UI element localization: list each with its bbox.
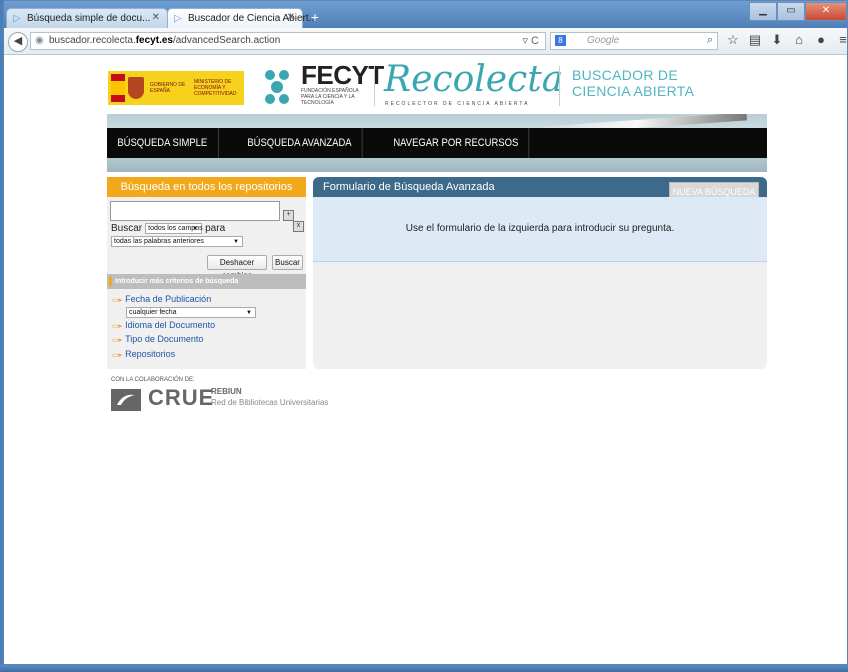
crue-logo[interactable]: CRUE: [148, 385, 214, 411]
recolecta-subtitle: RECOLECTOR DE CIENCIA ABIERTA: [385, 101, 530, 107]
words-select-value: todas las palabras anteriores: [114, 238, 204, 245]
menu-icon[interactable]: ≡: [832, 32, 848, 48]
site-header: GOBIERNO DE ESPAÑA MINISTERIO DE ECONOMÍ…: [104, 59, 768, 115]
url-path: /advancedSearch.action: [172, 35, 281, 46]
url-host: fecyt.es: [135, 35, 173, 46]
taskbar: [0, 665, 848, 672]
message-box: Use el formulario de la izquierda para i…: [313, 197, 767, 262]
minimize-icon[interactable]: ▁: [749, 2, 777, 21]
tab-label: Buscador de Ciencia Abiert...: [188, 13, 317, 24]
buscar-label: Buscar: [111, 223, 143, 234]
site-favicon-icon: ▷: [174, 13, 182, 24]
gobierno-logo[interactable]: GOBIERNO DE ESPAÑA MINISTERIO DE ECONOMÍ…: [108, 71, 244, 105]
criteria-tipo-label: Tipo de Documento: [125, 334, 204, 344]
criteria-tipo[interactable]: ▭▸ Tipo de Documento: [112, 334, 203, 344]
search-panel-title: Búsqueda en todos los repositorios: [107, 177, 306, 197]
menu-navegar-recursos[interactable]: NAVEGAR POR RECURSOS: [383, 128, 530, 158]
new-tab-button[interactable]: +: [304, 8, 326, 26]
header-divider: [559, 66, 560, 106]
tab-busqueda-simple[interactable]: ▷ Búsqueda simple de docu... ✕: [6, 8, 168, 28]
navigation-bar: ◀ ◉ buscador.recolecta.fecyt.es/advanced…: [4, 28, 847, 55]
coat-of-arms-icon: [128, 77, 144, 99]
criteria-fecha-label: Fecha de Publicación: [125, 294, 212, 304]
recolecta-logo[interactable]: Recolecta: [384, 59, 563, 100]
criteria-idioma[interactable]: ▭▸ Idioma del Documento: [112, 320, 215, 330]
spain-flag-icon: [111, 74, 125, 102]
search-placeholder: Google: [587, 35, 620, 46]
window-controls: ▁ ▭ ✕: [749, 2, 847, 21]
close-window-icon[interactable]: ✕: [805, 2, 847, 21]
criteria-idioma-label: Idioma del Documento: [125, 320, 216, 330]
fecyt-subtitle: FUNDACIÓN ESPAÑOLA PARA LA CIENCIA Y LA …: [301, 88, 359, 106]
instruction-message: Use el formulario de la izquierda para i…: [405, 223, 675, 234]
fecha-select[interactable]: cualquier fecha ▼: [126, 307, 256, 318]
search-panel: Búsqueda en todos los repositorios + x B…: [107, 177, 306, 369]
crue-logo-icon: [111, 389, 141, 411]
browser-window: ▷ Búsqueda simple de docu... ✕ ▷ Buscado…: [3, 0, 848, 665]
criteria-header: Introducir más criterios de búsqueda: [107, 274, 306, 289]
toolbar-icons: ☆ ▤ ⬇ ⌂ ● ≡: [722, 32, 848, 48]
criteria-fecha[interactable]: ▭▸ Fecha de Publicación: [112, 294, 211, 304]
chat-icon[interactable]: ●: [810, 32, 832, 48]
page-content: GOBIERNO DE ESPAÑA MINISTERIO DE ECONOMÍ…: [4, 55, 847, 664]
maximize-icon[interactable]: ▭: [777, 2, 805, 21]
expand-arrow-icon: ▭▸: [112, 323, 123, 330]
menu-busqueda-avanzada[interactable]: BÚSQUEDA AVANZADA: [237, 128, 363, 158]
download-icon[interactable]: ⬇: [766, 32, 788, 48]
expand-arrow-icon: ▭▸: [112, 352, 123, 359]
expand-arrow-icon: ▭▸: [112, 337, 123, 344]
site-favicon-icon: ▷: [13, 13, 21, 24]
buscador-line-1: BUSCADOR DE: [572, 67, 678, 83]
home-icon[interactable]: ⌂: [788, 32, 810, 48]
criteria-repositorios-label: Repositorios: [125, 349, 176, 359]
chevron-down-icon: ▼: [192, 226, 199, 232]
words-select[interactable]: todas las palabras anteriores ▼: [111, 236, 243, 247]
expand-arrow-icon: ▭▸: [112, 297, 123, 304]
globe-icon: ◉: [35, 35, 44, 46]
chevron-down-icon: ▼: [246, 310, 252, 316]
collab-label: CON LA COLABORACIÓN DE:: [111, 377, 195, 383]
main-menu: BÚSQUEDA SIMPLE BÚSQUEDA AVANZADA NAVEGA…: [107, 128, 767, 158]
fecyt-logo-icon: [265, 70, 289, 104]
title-bar: ▷ Búsqueda simple de docu... ✕ ▷ Buscado…: [4, 1, 847, 28]
tab-label: Búsqueda simple de docu...: [27, 13, 151, 24]
buscar-button[interactable]: Buscar: [272, 255, 303, 270]
search-query-input[interactable]: [110, 201, 280, 221]
buscador-title: BUSCADOR DE CIENCIA ABIERTA: [572, 67, 694, 99]
criteria-repositorios[interactable]: ▭▸ Repositorios: [112, 349, 175, 359]
search-field-row: Buscar todos los campos ▼ para: [111, 223, 225, 234]
rebiun-subtitle: Red de Bibliotecas Universitarias: [211, 398, 329, 407]
google-engine-icon[interactable]: 8: [555, 35, 566, 46]
ministerio-text: MINISTERIO DE ECONOMÍA Y COMPETITIVIDAD: [194, 79, 237, 97]
url-bar[interactable]: ◉ buscador.recolecta.fecyt.es/advancedSe…: [30, 32, 546, 50]
chevron-down-icon: ▼: [233, 239, 239, 245]
url-prefix: buscador.recolecta.: [49, 35, 136, 46]
bookmark-star-icon[interactable]: ☆: [722, 32, 744, 48]
fecyt-title[interactable]: FECYT: [301, 60, 384, 91]
criteria-title: Introducir más criterios de búsqueda: [115, 278, 239, 285]
close-tab-icon[interactable]: ✕: [287, 12, 295, 23]
reload-icon[interactable]: ▿ C: [522, 34, 539, 47]
back-arrow-icon[interactable]: ◀: [8, 32, 28, 52]
tab-buscador[interactable]: ▷ Buscador de Ciencia Abiert... ✕: [167, 8, 317, 28]
close-tab-icon[interactable]: ✕: [152, 12, 160, 23]
header-divider: [374, 66, 375, 106]
add-field-icon[interactable]: +: [283, 210, 294, 221]
gobierno-text: GOBIERNO DE ESPAÑA: [150, 82, 186, 94]
buscador-line-2: CIENCIA ABIERTA: [572, 83, 695, 99]
para-label: para: [205, 223, 226, 234]
remove-field-icon[interactable]: x: [293, 221, 304, 232]
field-select[interactable]: todos los campos ▼: [145, 223, 203, 234]
search-input[interactable]: 8 Google ⌕: [550, 32, 718, 50]
fecha-select-value: cualquier fecha: [129, 309, 177, 316]
advanced-form-panel: Formulario de Búsqueda Avanzada NUEVA BÚ…: [313, 177, 767, 369]
menu-busqueda-simple[interactable]: BÚSQUEDA SIMPLE: [107, 128, 219, 158]
deshacer-button[interactable]: Deshacer cambios: [207, 255, 267, 280]
search-icon[interactable]: ⌕: [707, 34, 713, 47]
rebiun-logo[interactable]: REBIUN: [211, 387, 242, 396]
criteria-bar-icon: [109, 277, 112, 286]
reading-list-icon[interactable]: ▤: [744, 32, 766, 48]
